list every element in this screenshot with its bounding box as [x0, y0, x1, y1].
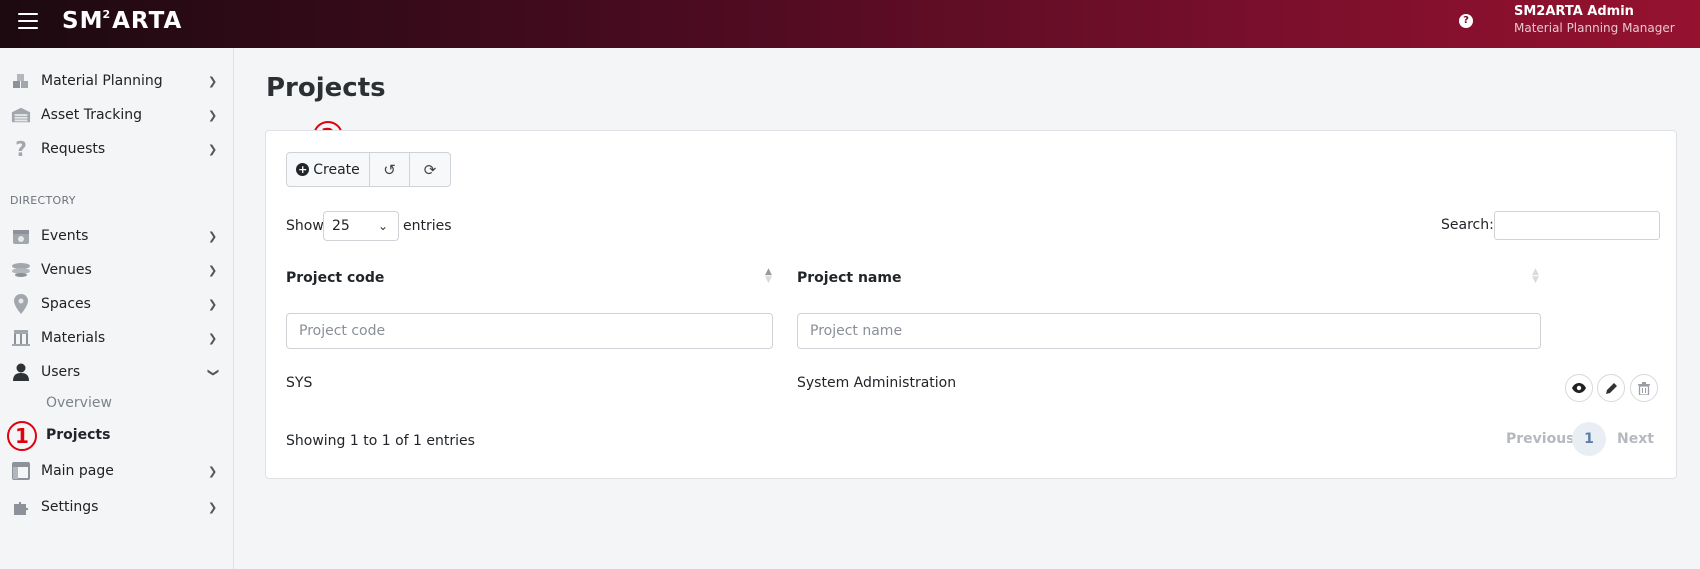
puzzle-icon [11, 497, 31, 517]
sidebar-item-label: Users [41, 364, 81, 380]
pencil-icon [1605, 382, 1617, 394]
chevron-right-icon: ❯ [208, 331, 218, 345]
chevron-right-icon: ❯ [208, 297, 218, 311]
refresh-button[interactable]: ⟳ [410, 153, 450, 186]
previous-page-button[interactable]: Previous [1506, 431, 1575, 447]
next-page-button[interactable]: Next [1617, 431, 1654, 447]
table-cell-code: SYS [286, 375, 313, 391]
sidebar-item-venues[interactable]: Venues ❯ [0, 255, 233, 285]
project-name-filter[interactable] [797, 313, 1541, 349]
sidebar-item-asset-tracking[interactable]: Asset Tracking ❯ [0, 100, 233, 130]
chevron-right-icon: ❯ [208, 108, 218, 122]
table-cell-name: System Administration [797, 375, 957, 391]
user-icon [11, 362, 31, 382]
chevron-right-icon: ❯ [208, 500, 218, 514]
table-info: Showing 1 to 1 of 1 entries [286, 433, 475, 449]
column-header-project-name[interactable]: Project name [797, 270, 901, 286]
create-label: Create [313, 161, 360, 178]
sidebar-item-spaces[interactable]: Spaces ❯ [0, 289, 233, 319]
show-label: Show [286, 218, 324, 234]
chevron-right-icon: ❯ [208, 142, 218, 156]
sidebar-item-label: Asset Tracking [41, 107, 143, 123]
sidebar-item-label: Main page [41, 463, 114, 479]
edit-button[interactable] [1597, 374, 1625, 402]
project-code-filter[interactable] [286, 313, 773, 349]
sidebar-item-users[interactable]: Users ❯ [0, 357, 233, 387]
warehouse-icon [11, 105, 31, 125]
logo[interactable]: SM2ARTA [62, 8, 182, 34]
page-size-select[interactable]: 25 ⌄ [323, 211, 399, 241]
sort-asc-icon[interactable]: ▲ ▼ [765, 268, 772, 285]
sidebar-item-label: Requests [41, 141, 106, 157]
plus-circle-icon: + [296, 163, 310, 176]
sidebar-item-label: Events [41, 228, 89, 244]
sidebar: Material Planning ❯ Asset Tracking ❯ ? R… [0, 48, 234, 569]
hamburger-menu-icon[interactable] [18, 13, 38, 30]
window-icon [11, 461, 31, 481]
sidebar-item-main-page[interactable]: Main page ❯ [0, 456, 233, 486]
sidebar-item-label: Material Planning [41, 73, 163, 89]
annotation-marker-1: 1 [7, 421, 37, 451]
sidebar-item-requests[interactable]: ? Requests ❯ [0, 134, 233, 164]
sidebar-item-materials[interactable]: Materials ❯ [0, 323, 233, 353]
refresh-icon: ⟳ [423, 160, 437, 179]
page-title: Projects [266, 73, 386, 103]
trash-icon [1638, 381, 1650, 395]
sidebar-item-label: Settings [41, 499, 99, 515]
sidebar-item-events[interactable]: Events ❯ [0, 221, 233, 251]
page-1-button[interactable]: 1 [1572, 422, 1606, 456]
search-input[interactable] [1494, 211, 1660, 240]
map-pin-icon [11, 294, 31, 314]
chevron-down-icon: ⌄ [377, 219, 388, 233]
help-icon[interactable]: ? [1459, 14, 1473, 28]
eye-icon [1572, 383, 1586, 393]
delete-button[interactable] [1630, 374, 1658, 402]
page-size-value: 25 [332, 218, 350, 234]
sidebar-item-label: Venues [41, 262, 92, 278]
user-role: Material Planning Manager [1514, 21, 1675, 35]
chevron-right-icon: ❯ [208, 229, 218, 243]
chevron-right-icon: ❯ [208, 74, 218, 88]
question-icon: ? [15, 137, 27, 161]
sidebar-subitem-projects[interactable]: Projects [46, 427, 110, 443]
create-button[interactable]: + Create [287, 153, 370, 186]
sort-icon[interactable]: ▲ ▼ [1532, 268, 1539, 285]
material-planning-icon [11, 71, 31, 91]
entries-label: entries [403, 218, 452, 234]
view-button[interactable] [1565, 374, 1593, 402]
materials-icon [11, 328, 31, 348]
projects-card [265, 130, 1677, 479]
venue-icon [11, 260, 31, 280]
sidebar-subitem-overview[interactable]: Overview [46, 395, 112, 411]
reset-button[interactable]: ↺ [370, 153, 410, 186]
chevron-right-icon: ❯ [208, 263, 218, 277]
calendar-icon [11, 226, 31, 246]
search-label: Search: [1441, 217, 1494, 233]
top-bar: SM2ARTA ? SM2ARTA Admin Material Plannin… [0, 0, 1700, 48]
sidebar-item-settings[interactable]: Settings ❯ [0, 492, 233, 522]
toolbar: + Create ↺ ⟳ [286, 152, 451, 187]
column-header-project-code[interactable]: Project code [286, 270, 384, 286]
section-title-directory: DIRECTORY [10, 194, 76, 207]
sidebar-item-label: Materials [41, 330, 106, 346]
sidebar-item-label: Spaces [41, 296, 91, 312]
chevron-right-icon: ❯ [208, 464, 218, 478]
sidebar-item-material-planning[interactable]: Material Planning ❯ [0, 66, 233, 96]
undo-icon: ↺ [383, 160, 396, 179]
chevron-down-icon: ❯ [207, 367, 221, 378]
user-name[interactable]: SM2ARTA Admin [1514, 4, 1634, 19]
